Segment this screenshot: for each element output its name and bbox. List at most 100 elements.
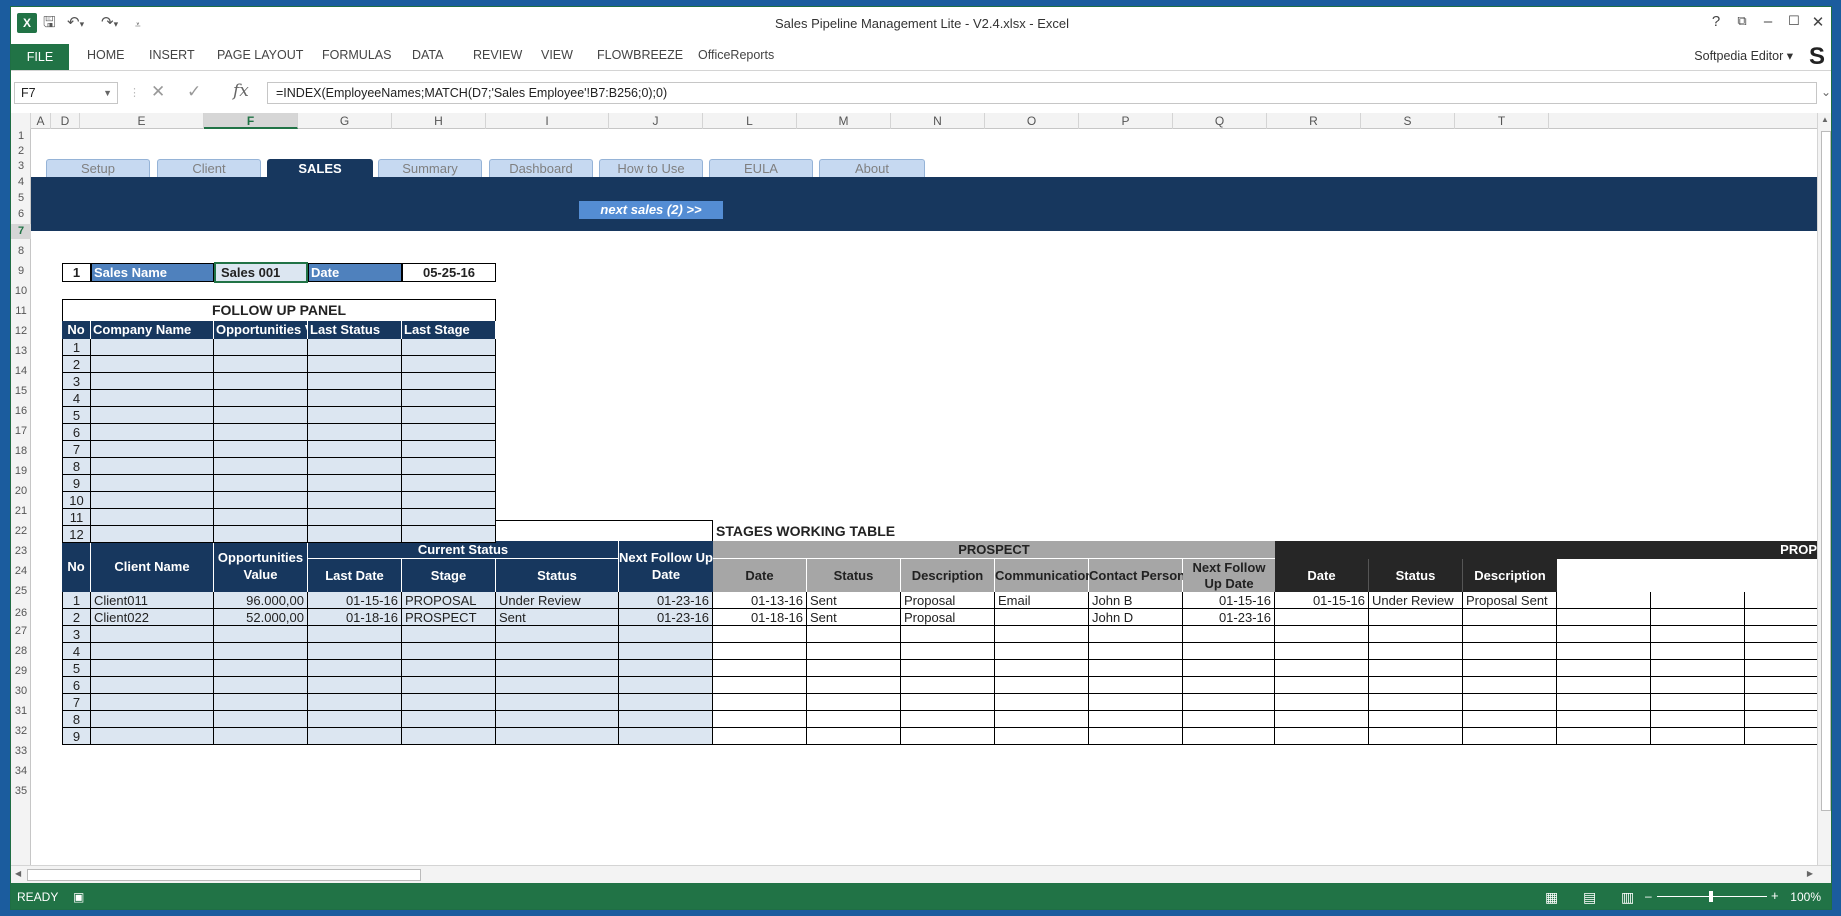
stage-cell-contact[interactable] xyxy=(1089,643,1183,660)
follow-up-cell[interactable] xyxy=(308,407,402,424)
client-info-client[interactable] xyxy=(91,694,214,711)
client-info-next[interactable]: 01-23-16 xyxy=(619,609,713,626)
column-header[interactable]: I xyxy=(486,113,609,129)
stage-cell-p_date[interactable] xyxy=(1275,660,1369,677)
stage-cell-p_date[interactable] xyxy=(1275,677,1369,694)
client-info-client[interactable]: Client011 xyxy=(91,592,214,609)
client-info-status[interactable] xyxy=(496,728,619,745)
stage-cell-comm[interactable] xyxy=(995,660,1089,677)
row-header[interactable]: 17 xyxy=(11,424,31,439)
next-sales-button[interactable]: next sales (2) >> xyxy=(579,201,723,219)
row-header[interactable]: 2 xyxy=(11,144,31,159)
stage-cell-desc[interactable] xyxy=(901,711,995,728)
stage-cell-p_desc[interactable] xyxy=(1463,643,1557,660)
follow-up-row-number[interactable]: 5 xyxy=(62,407,91,424)
stage-cell-date[interactable] xyxy=(713,711,807,728)
stage-cell-p_status[interactable] xyxy=(1369,694,1463,711)
stage-cell-next[interactable] xyxy=(1183,694,1275,711)
column-header[interactable]: O xyxy=(985,113,1079,129)
sales-name-cell-selected[interactable]: Sales 001 xyxy=(214,262,308,283)
stage-cell-comm[interactable] xyxy=(995,711,1089,728)
row-header[interactable]: 18 xyxy=(11,444,31,459)
stage-cell-date[interactable] xyxy=(713,728,807,745)
client-info-stage[interactable] xyxy=(402,711,496,728)
client-info-value[interactable]: 52.000,00 xyxy=(214,609,308,626)
stage-cell-comm[interactable] xyxy=(995,728,1089,745)
stage-cell-contact[interactable] xyxy=(1089,711,1183,728)
follow-up-cell[interactable] xyxy=(91,475,214,492)
stage-cell[interactable] xyxy=(1745,609,1817,626)
row-header[interactable]: 24 xyxy=(11,564,31,579)
follow-up-cell[interactable] xyxy=(214,526,308,543)
stage-cell[interactable] xyxy=(1745,728,1817,745)
client-info-no[interactable]: 3 xyxy=(62,626,91,643)
follow-up-cell[interactable] xyxy=(91,441,214,458)
ribbon-display-options-icon[interactable]: ⧉ xyxy=(1729,13,1755,29)
stage-cell-desc[interactable]: Proposal xyxy=(901,592,995,609)
sales-number[interactable]: 1 xyxy=(62,263,91,282)
follow-up-row-number[interactable]: 9 xyxy=(62,475,91,492)
stage-cell-date[interactable] xyxy=(713,677,807,694)
row-header[interactable]: 30 xyxy=(11,684,31,699)
row-header[interactable]: 7 xyxy=(11,224,31,239)
follow-up-cell[interactable] xyxy=(308,441,402,458)
stage-cell[interactable] xyxy=(1557,711,1651,728)
client-info-value[interactable] xyxy=(214,643,308,660)
stage-cell-next[interactable] xyxy=(1183,677,1275,694)
follow-up-cell[interactable] xyxy=(214,509,308,526)
stage-cell-p_desc[interactable] xyxy=(1463,660,1557,677)
row-header[interactable]: 11 xyxy=(11,304,31,319)
stage-cell-p_date[interactable] xyxy=(1275,728,1369,745)
client-info-last_date[interactable]: 01-15-16 xyxy=(308,592,402,609)
row-header[interactable]: 22 xyxy=(11,524,31,539)
stage-cell-desc[interactable] xyxy=(901,626,995,643)
row-header[interactable]: 4 xyxy=(11,175,31,190)
stage-cell-contact[interactable] xyxy=(1089,728,1183,745)
normal-view-icon[interactable]: ▦ xyxy=(1545,889,1558,906)
stage-cell-date[interactable]: 01-13-16 xyxy=(713,592,807,609)
client-info-status[interactable] xyxy=(496,643,619,660)
client-info-last_date[interactable] xyxy=(308,660,402,677)
client-info-status[interactable] xyxy=(496,711,619,728)
stage-cell-status[interactable] xyxy=(807,660,901,677)
row-header[interactable]: 1 xyxy=(11,129,31,144)
stage-cell-comm[interactable] xyxy=(995,677,1089,694)
follow-up-cell[interactable] xyxy=(308,492,402,509)
follow-up-cell[interactable] xyxy=(308,373,402,390)
follow-up-cell[interactable] xyxy=(402,475,496,492)
stage-cell-comm[interactable] xyxy=(995,626,1089,643)
client-info-last_date[interactable] xyxy=(308,626,402,643)
stage-cell-next[interactable] xyxy=(1183,728,1275,745)
stage-cell-contact[interactable] xyxy=(1089,677,1183,694)
stage-cell-date[interactable] xyxy=(713,660,807,677)
column-header[interactable]: M xyxy=(797,113,891,129)
stage-cell-p_status[interactable]: Under Review xyxy=(1369,592,1463,609)
stage-cell-next[interactable] xyxy=(1183,643,1275,660)
stage-cell-next[interactable] xyxy=(1183,660,1275,677)
client-info-no[interactable]: 7 xyxy=(62,694,91,711)
follow-up-row-number[interactable]: 6 xyxy=(62,424,91,441)
tab-review[interactable]: REVIEW xyxy=(473,48,522,62)
column-header[interactable]: R xyxy=(1267,113,1361,129)
follow-up-cell[interactable] xyxy=(402,441,496,458)
column-header[interactable]: S xyxy=(1361,113,1455,129)
cancel-icon[interactable]: ✕ xyxy=(151,82,165,102)
worksheet-grid[interactable]: Setup Client SALES Summary Dashboard How… xyxy=(31,129,1817,865)
stage-cell[interactable] xyxy=(1557,626,1651,643)
stage-cell-p_status[interactable] xyxy=(1369,660,1463,677)
stage-cell-p_status[interactable] xyxy=(1369,643,1463,660)
stage-cell-p_status[interactable] xyxy=(1369,677,1463,694)
client-info-client[interactable] xyxy=(91,626,214,643)
client-info-no[interactable]: 8 xyxy=(62,711,91,728)
follow-up-row-number[interactable]: 11 xyxy=(62,509,91,526)
follow-up-row-number[interactable]: 8 xyxy=(62,458,91,475)
client-info-value[interactable] xyxy=(214,728,308,745)
follow-up-row-number[interactable]: 12 xyxy=(62,526,91,543)
follow-up-cell[interactable] xyxy=(214,441,308,458)
follow-up-cell[interactable] xyxy=(91,339,214,356)
row-header[interactable]: 25 xyxy=(11,584,31,599)
follow-up-cell[interactable] xyxy=(214,339,308,356)
stage-cell-date[interactable] xyxy=(713,694,807,711)
scroll-up-icon[interactable]: ▲ xyxy=(1821,115,1829,124)
client-info-no[interactable]: 1 xyxy=(62,592,91,609)
